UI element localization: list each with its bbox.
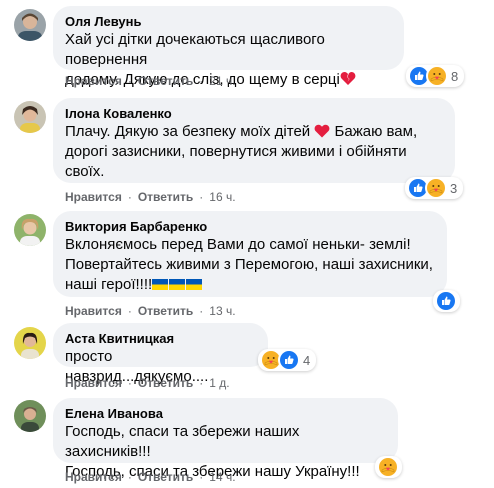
comment-actions: Нравится · Ответить · 13 ч. [65,303,236,319]
reply-link[interactable]: Ответить [138,73,193,89]
like-icon [435,290,457,312]
comment-bubble: Ілона Коваленко Плачу. Дякую за безпеку … [53,98,455,183]
comment-timestamp[interactable]: 16 ч. [209,189,235,205]
comment-bubble: Аста Квитницкая просто навзрид...дякуємо… [53,323,268,385]
comment-text-line: Плачу. Дякую за безпеку моїх дітей [65,123,311,140]
comment-text-line: дорогі зазисники, повернутися живими і о… [65,143,407,160]
comment-timestamp[interactable]: 14 ч. [209,469,235,485]
comment-actions: Нравится · Ответить · 1 д. [65,375,230,391]
reply-link[interactable]: Ответить [138,375,193,391]
comment-text-fragment: Бажаю вам, [334,123,418,140]
like-link[interactable]: Нравится [65,469,122,485]
ukraine-flag-icon [152,276,169,293]
comment-actions: Нравится · Ответить · 21 ч. [65,73,236,89]
red-heart-icon [314,123,330,140]
separator: · [127,74,132,88]
avatar[interactable] [14,327,46,359]
like-link[interactable]: Нравится [65,73,122,89]
separator: · [127,304,132,318]
like-icon [278,349,300,371]
avatar[interactable] [14,400,46,432]
reaction-count: 4 [303,352,311,368]
ukraine-flag-icon [169,276,186,293]
comment-actions: Нравится · Ответить · 14 ч. [65,469,236,485]
avatar[interactable] [14,9,46,41]
comment-timestamp[interactable]: 13 ч. [209,303,235,319]
reaction-summary[interactable] [433,290,460,312]
like-link[interactable]: Нравится [65,303,122,319]
reply-link[interactable]: Ответить [138,469,193,485]
comment-text-line: наші герої!!!! [65,276,153,293]
separator: · [199,376,204,390]
comment-text-line: Господь, спаси та збережи наших захисник… [65,423,304,460]
comment-bubble: Оля Левунь Хай усі дітки дочекаються щас… [53,6,404,88]
broken-heart-icon [340,71,356,88]
comment-bubble: Виктория Барбаренко Вклоняємось перед Ва… [53,211,447,297]
comment-actions: Нравится · Ответить · 16 ч. [65,189,236,205]
comment-timestamp[interactable]: 1 д. [209,375,229,391]
comment-text-line: Хай усі дітки дочекаються щасливого пове… [65,31,329,68]
reaction-count: 8 [451,68,459,84]
reply-link[interactable]: Ответить [138,303,193,319]
comment-text-line: Вклоняємось перед Вами до самої неньки- … [65,236,411,253]
separator: · [127,190,132,204]
comment-author[interactable]: Виктория Барбаренко [65,219,435,235]
separator: · [199,190,204,204]
avatar[interactable] [14,214,46,246]
comment-author[interactable]: Елена Иванова [65,406,386,422]
reaction-count: 3 [450,180,458,196]
reaction-summary[interactable]: 8 [406,65,465,87]
avatar[interactable] [14,101,46,133]
care-icon [426,65,448,87]
like-link[interactable]: Нравится [65,375,122,391]
care-icon [377,456,399,478]
separator: · [127,376,132,390]
separator: · [199,304,204,318]
comment-author[interactable]: Оля Левунь [65,14,392,30]
comment-bubble: Елена Иванова Господь, спаси та збережи … [53,398,398,480]
ukraine-flag-icon [186,276,203,293]
separator: · [199,470,204,484]
comment-author[interactable]: Ілона Коваленко [65,106,443,122]
care-icon [425,177,447,199]
like-link[interactable]: Нравится [65,189,122,205]
separator: · [127,470,132,484]
comment-timestamp[interactable]: 21 ч. [209,73,235,89]
comment-text-line: своїх. [65,163,105,180]
reaction-summary[interactable]: 4 [258,349,317,371]
reply-link[interactable]: Ответить [138,189,193,205]
comment-text-line: Повертайтесь живими з Перемогою, наші за… [65,256,433,273]
separator: · [199,74,204,88]
comment-author[interactable]: Аста Квитницкая [65,331,256,347]
reaction-summary[interactable]: 3 [405,177,464,199]
reaction-summary[interactable] [375,456,402,478]
